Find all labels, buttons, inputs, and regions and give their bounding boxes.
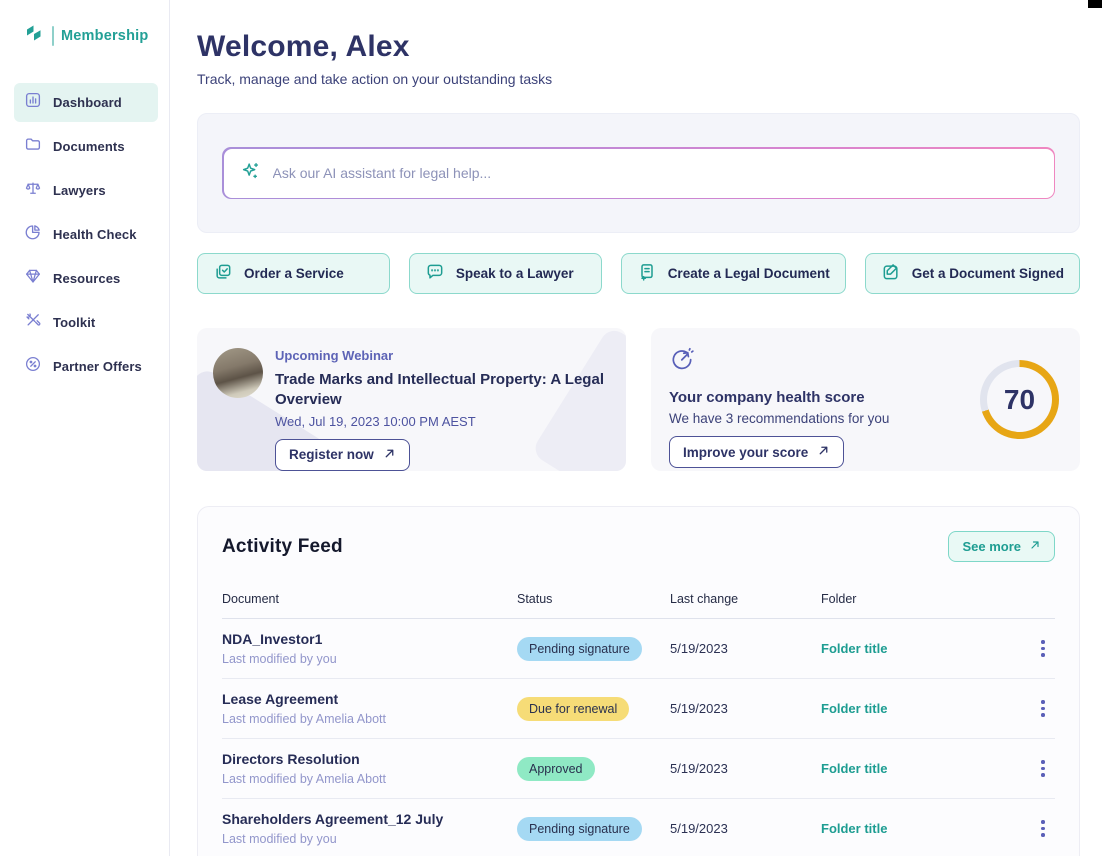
pen-square-icon — [881, 262, 901, 285]
column-header-last-change: Last change — [670, 592, 821, 606]
row-actions-kebab-icon[interactable] — [1031, 816, 1055, 841]
folder-icon — [24, 135, 42, 158]
sidebar-nav: Dashboard Documents Lawyers — [14, 83, 158, 386]
activity-table: Document Status Last change Folder NDA_I… — [222, 586, 1055, 856]
arrow-up-right-icon — [383, 447, 396, 463]
screen-artifact — [1088, 0, 1102, 8]
document-modified-by: Last modified by you — [222, 832, 517, 846]
webinar-eyebrow: Upcoming Webinar — [275, 348, 606, 363]
see-more-button[interactable]: See more — [948, 531, 1055, 562]
document-modified-by: Last modified by you — [222, 652, 517, 666]
activity-feed-title: Activity Feed — [222, 536, 343, 558]
arrow-up-right-icon — [1029, 539, 1041, 554]
sidebar-item-dashboard[interactable]: Dashboard — [14, 83, 158, 122]
percent-circle-icon — [24, 355, 42, 378]
health-score-card: Your company health score We have 3 reco… — [651, 328, 1080, 471]
sidebar-item-documents[interactable]: Documents — [14, 127, 158, 166]
column-header-status: Status — [517, 592, 670, 606]
webinar-datetime: Wed, Jul 19, 2023 10:00 PM AEST — [275, 414, 606, 429]
document-plus-icon — [637, 262, 657, 285]
sidebar-item-partner-offers[interactable]: Partner Offers — [14, 347, 158, 386]
last-change-date: 5/19/2023 — [670, 641, 821, 656]
page-title: Welcome, Alex — [197, 30, 1080, 64]
status-badge: Due for renewal — [517, 697, 629, 721]
folder-link[interactable]: Folder title — [821, 761, 1031, 776]
table-header-row: Document Status Last change Folder — [222, 586, 1055, 619]
order-a-service-button[interactable]: Order a Service — [197, 253, 390, 294]
ai-input-container — [224, 149, 1054, 198]
sidebar-item-toolkit[interactable]: Toolkit — [14, 303, 158, 342]
health-score-value: 70 — [1004, 384, 1035, 416]
column-header-folder: Folder — [821, 592, 1031, 606]
row-actions-kebab-icon[interactable] — [1031, 756, 1055, 781]
sidebar: Membership Dashboard Documents — [0, 0, 170, 856]
order-service-icon — [213, 262, 233, 285]
column-header-document: Document — [222, 592, 517, 606]
folder-link[interactable]: Folder title — [821, 641, 1031, 656]
folder-link[interactable]: Folder title — [821, 821, 1031, 836]
status-badge: Approved — [517, 757, 595, 781]
folder-link[interactable]: Folder title — [821, 701, 1031, 716]
brand-name: Membership — [61, 28, 148, 44]
improve-your-score-button[interactable]: Improve your score — [669, 436, 844, 468]
brand-logo: Membership — [23, 22, 158, 49]
last-change-date: 5/19/2023 — [670, 821, 821, 836]
pie-chart-icon — [24, 223, 42, 246]
document-modified-by: Last modified by Amelia Abott — [222, 772, 517, 786]
speak-to-a-lawyer-button[interactable]: Speak to a Lawyer — [409, 253, 602, 294]
gem-icon — [24, 267, 42, 290]
chat-bubble-icon — [425, 262, 445, 285]
health-score-gauge: 70 — [980, 360, 1059, 439]
info-cards-row: Upcoming Webinar Trade Marks and Intelle… — [197, 328, 1080, 471]
ai-assistant-card — [197, 113, 1080, 233]
status-badge: Pending signature — [517, 637, 642, 661]
table-row: Lease Agreement Last modified by Amelia … — [222, 679, 1055, 739]
activity-feed-card: Activity Feed See more Document Status L… — [197, 506, 1080, 856]
table-row: Directors Resolution Last modified by Am… — [222, 739, 1055, 799]
arrow-up-right-icon — [817, 444, 830, 460]
membership-logo-icon — [23, 22, 45, 49]
table-row: Shareholders Agreement_12 July Last modi… — [222, 799, 1055, 856]
ai-input-gradient-border — [222, 147, 1055, 199]
logo-divider — [52, 26, 54, 46]
quick-actions: Order a Service Speak to a Lawyer — [197, 253, 1080, 294]
main-content: Welcome, Alex Track, manage and take act… — [170, 0, 1102, 856]
sidebar-item-lawyers[interactable]: Lawyers — [14, 171, 158, 210]
tools-icon — [24, 311, 42, 334]
get-document-signed-button[interactable]: Get a Document Signed — [865, 253, 1080, 294]
row-actions-kebab-icon[interactable] — [1031, 636, 1055, 661]
webinar-presenter-avatar — [213, 348, 263, 398]
ai-assistant-input[interactable] — [273, 165, 1038, 181]
gauge-arrow-icon — [669, 358, 695, 375]
document-name: Lease Agreement — [222, 691, 517, 707]
create-legal-document-button[interactable]: Create a Legal Document — [621, 253, 846, 294]
document-name: NDA_Investor1 — [222, 631, 517, 647]
last-change-date: 5/19/2023 — [670, 761, 821, 776]
document-modified-by: Last modified by Amelia Abott — [222, 712, 517, 726]
upcoming-webinar-card: Upcoming Webinar Trade Marks and Intelle… — [197, 328, 626, 471]
last-change-date: 5/19/2023 — [670, 701, 821, 716]
webinar-title: Trade Marks and Intellectual Property: A… — [275, 370, 605, 411]
bar-chart-icon — [24, 91, 42, 114]
table-row: NDA_Investor1 Last modified by you Pendi… — [222, 619, 1055, 679]
document-name: Shareholders Agreement_12 July — [222, 811, 517, 827]
document-name: Directors Resolution — [222, 751, 517, 767]
page-subtitle: Track, manage and take action on your ou… — [197, 71, 1080, 87]
status-badge: Pending signature — [517, 817, 642, 841]
sidebar-item-health-check[interactable]: Health Check — [14, 215, 158, 254]
app-window: Membership Dashboard Documents — [0, 0, 1102, 856]
sidebar-item-resources[interactable]: Resources — [14, 259, 158, 298]
row-actions-kebab-icon[interactable] — [1031, 696, 1055, 721]
scales-icon — [24, 179, 42, 202]
sparkle-icon — [240, 160, 262, 187]
register-now-button[interactable]: Register now — [275, 439, 410, 471]
